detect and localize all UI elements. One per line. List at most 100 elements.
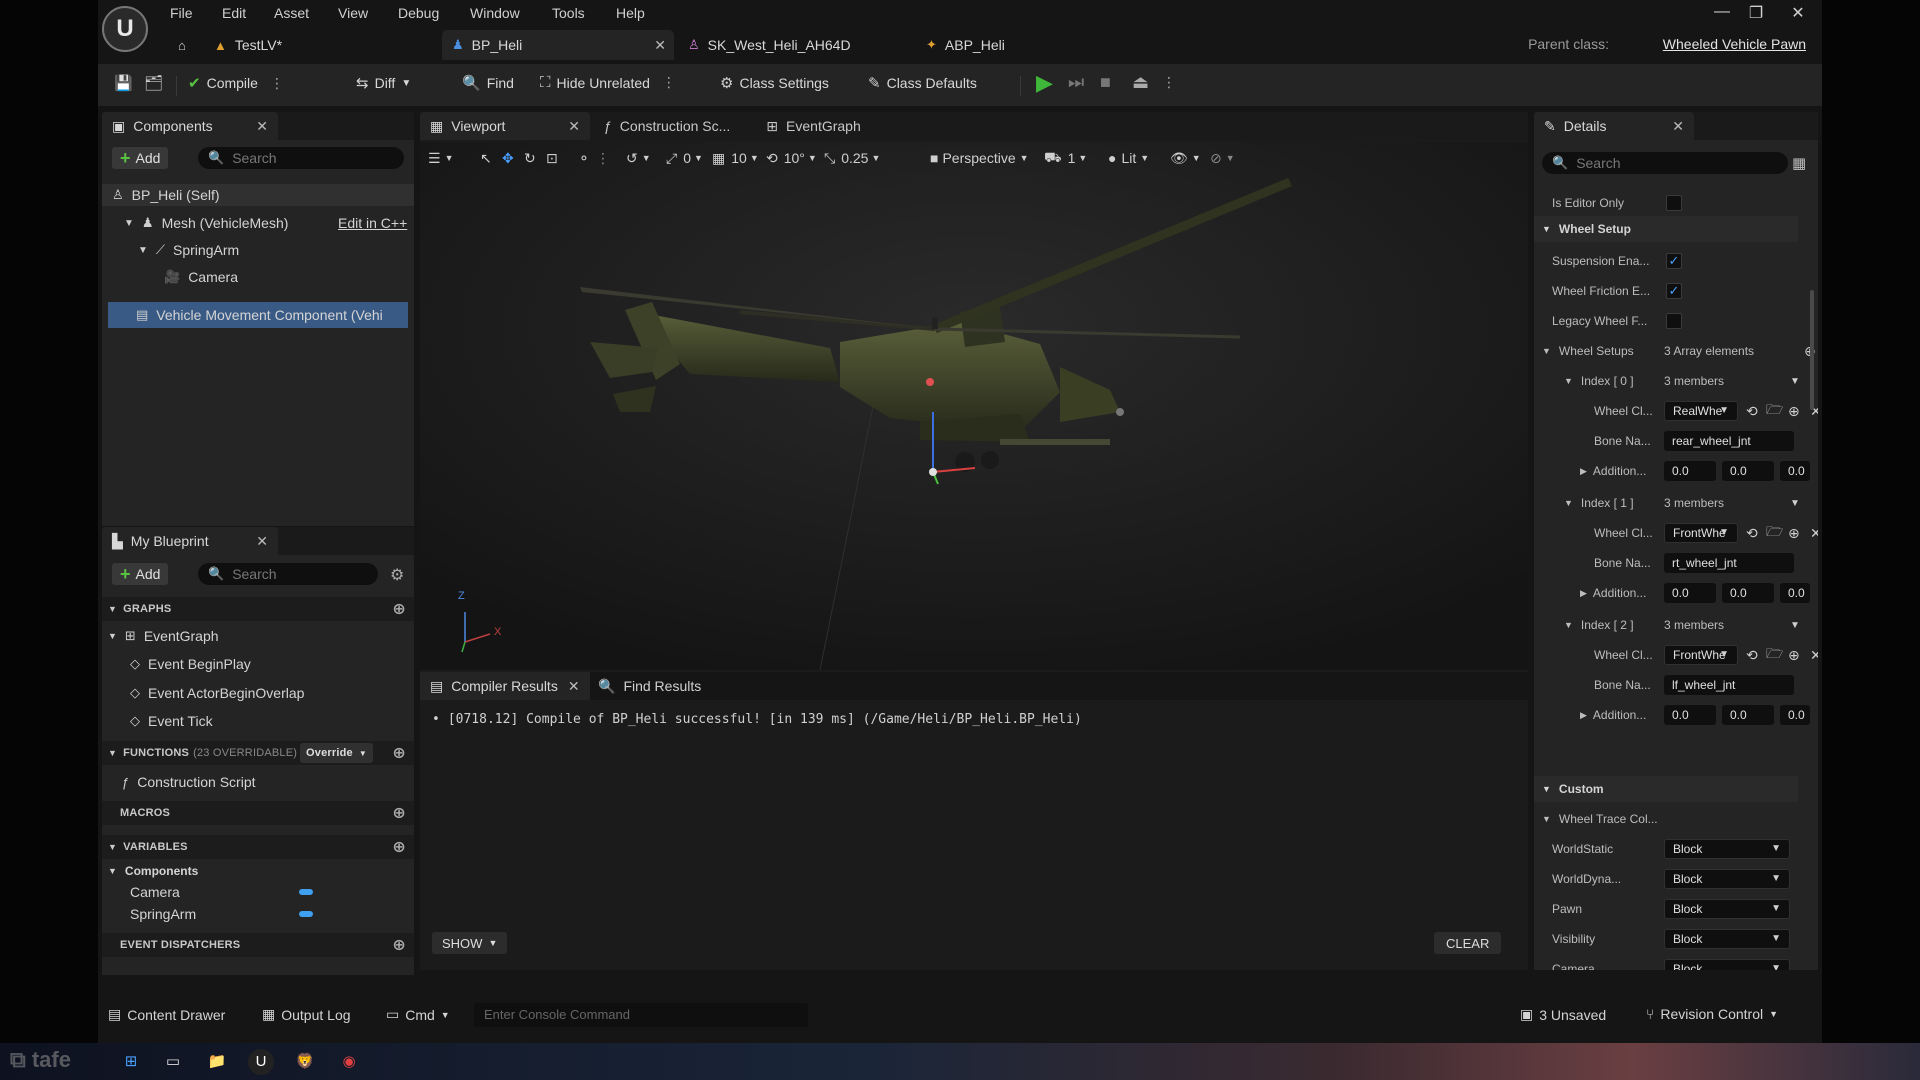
expand-arrow-icon[interactable]: ▼ — [1564, 498, 1573, 508]
add-variable-icon[interactable]: ⊕ — [392, 837, 406, 857]
details-search-input[interactable]: 🔍 Search — [1542, 152, 1788, 174]
components-tab[interactable]: ▣ Components ✕ — [102, 112, 278, 140]
add-macro-icon[interactable]: ⊕ — [392, 803, 406, 823]
components-search-input[interactable]: 🔍 Search — [198, 147, 404, 169]
event-actorbeginoverlap[interactable]: ◇ Event ActorBeginOverlap — [130, 682, 304, 704]
tab-sk-west-heli[interactable]: ♙ SK_West_Heli_AH64D — [688, 30, 888, 60]
menu-asset[interactable]: Asset — [274, 5, 309, 21]
surface-snap-dropdown[interactable]: ↺ ▼ — [626, 145, 651, 171]
bone-name-input[interactable]: rear_wheel_jnt — [1664, 431, 1794, 451]
find-button[interactable]: 🔍 Find — [462, 74, 514, 92]
more-options-icon[interactable]: ⋮ — [662, 74, 676, 91]
clear-button[interactable]: CLEAR — [1434, 932, 1502, 954]
add-member-button[interactable]: + Add — [112, 563, 169, 585]
windows-start-icon[interactable]: ⊞ — [118, 1049, 144, 1075]
chevron-down-icon[interactable]: ▼ — [1790, 498, 1800, 509]
stop-icon[interactable]: ■ — [1100, 72, 1111, 93]
macros-section-header[interactable]: MACROS ⊕ — [102, 801, 414, 825]
my-blueprint-search-input[interactable]: 🔍 Search — [198, 563, 378, 585]
folder-icon[interactable]: 🗁 — [1766, 399, 1783, 423]
compile-button[interactable]: ✔ Compile ⋮ — [188, 74, 284, 93]
offset-x-input[interactable]: 0.0 — [1664, 583, 1716, 603]
functions-section-header[interactable]: ▼ FUNCTIONS (23 OVERRIDABLE) Override ▼ ⊕ — [102, 741, 414, 765]
menu-help[interactable]: Help — [616, 5, 645, 21]
diff-button[interactable]: ⇆ Diff ▼ — [356, 74, 411, 92]
add-icon[interactable]: ⊕ — [1788, 647, 1800, 664]
expand-arrow-icon[interactable]: ▼ — [124, 218, 134, 229]
file-explorer-icon[interactable]: 📁 — [204, 1049, 230, 1075]
close-icon[interactable]: ✕ — [1788, 3, 1808, 23]
hide-unrelated-button[interactable]: ⛶ Hide Unrelated ⋮ — [540, 74, 676, 91]
add-icon[interactable]: ⊕ — [1788, 403, 1800, 420]
custom-category[interactable]: ▼ Custom — [1534, 776, 1798, 802]
offset-y-input[interactable]: 0.0 — [1722, 705, 1774, 725]
wheel-class-dropdown[interactable]: FrontWhe ▼ — [1664, 523, 1738, 543]
close-icon[interactable]: ✕ — [1672, 118, 1684, 135]
add-component-button[interactable]: + Add — [112, 147, 169, 169]
browse-icon[interactable]: 🗂 — [144, 74, 169, 92]
expand-arrow-icon[interactable]: ▶ — [1580, 588, 1587, 599]
tab-bp-heli[interactable]: ♟ BP_Heli ✕ — [442, 30, 674, 60]
task-view-icon[interactable]: ▭ — [160, 1049, 186, 1075]
brave-browser-icon[interactable]: 🦁 — [292, 1049, 318, 1075]
class-settings-button[interactable]: ⚙ Class Settings — [720, 74, 829, 92]
event-tick[interactable]: ◇ Event Tick — [130, 710, 213, 732]
chevron-down-icon[interactable]: ▼ — [1790, 376, 1800, 387]
expand-arrow-icon[interactable]: ▼ — [1564, 376, 1573, 386]
component-self[interactable]: ♙ BP_Heli (Self) — [102, 184, 414, 206]
function-construction-script[interactable]: ƒ Construction Script — [122, 771, 256, 793]
folder-icon[interactable]: 🗁 — [1766, 643, 1783, 667]
variables-section-header[interactable]: ▼ VARIABLES ⊕ — [102, 835, 414, 859]
expand-arrow-icon[interactable]: ▼ — [138, 245, 148, 256]
collision-response-dropdown[interactable]: Block ▼ — [1664, 839, 1790, 859]
add-dispatcher-icon[interactable]: ⊕ — [392, 935, 406, 955]
component-mesh[interactable]: ▼ ♟ Mesh (VehicleMesh) — [124, 212, 288, 234]
eject-icon[interactable]: ⏏ — [1132, 72, 1149, 93]
scale-mode-icon[interactable]: ⊡ — [546, 145, 558, 171]
play-icon[interactable]: ▶ — [1036, 70, 1053, 96]
add-function-icon[interactable]: ⊕ — [392, 743, 406, 763]
wheel-class-dropdown[interactable]: FrontWhe ▼ — [1664, 645, 1738, 665]
step-icon[interactable]: ⏭ — [1068, 72, 1084, 93]
tab-construction-script[interactable]: ƒ Construction Sc... — [604, 118, 730, 134]
compile-options-icon[interactable]: ⋮ — [270, 75, 284, 92]
tab-abp-heli[interactable]: ✦ ABP_Heli — [926, 30, 1046, 60]
graphs-section-header[interactable]: ▼ GRAPHS ⊕ — [102, 597, 414, 621]
close-icon[interactable]: ✕ — [256, 118, 268, 135]
wheel-setup-category[interactable]: ▼ Wheel Setup — [1534, 216, 1798, 242]
menu-tools[interactable]: Tools — [552, 5, 585, 21]
clear-icon[interactable]: ✕ — [1810, 647, 1818, 664]
menu-window[interactable]: Window — [470, 5, 520, 21]
expand-arrow-icon[interactable]: ▼ — [1564, 620, 1573, 630]
menu-view[interactable]: View — [338, 5, 368, 21]
obs-icon[interactable]: ◉ — [336, 1049, 362, 1075]
tab-testlv[interactable]: ▲ TestLV* — [214, 30, 384, 60]
lit-mode-dropdown[interactable]: ● Lit ▼ — [1108, 145, 1149, 171]
offset-y-input[interactable]: 0.0 — [1722, 583, 1774, 603]
collision-response-dropdown[interactable]: Block ▼ — [1664, 899, 1790, 919]
clear-icon[interactable]: ✕ — [1810, 525, 1818, 542]
coordinate-space-icon[interactable]: ⚬ — [578, 145, 590, 171]
component-vehicle-movement[interactable]: ▤ Vehicle Movement Component (Vehi — [108, 302, 408, 328]
collision-response-dropdown[interactable]: Block ▼ — [1664, 929, 1790, 949]
bone-name-input[interactable]: lf_wheel_jnt — [1664, 675, 1794, 695]
menu-edit[interactable]: Edit — [222, 5, 246, 21]
perspective-dropdown[interactable]: ■ Perspective ▼ — [930, 145, 1029, 171]
edit-in-cpp-link[interactable]: Edit in C++ — [338, 212, 407, 234]
home-icon[interactable]: ⌂ — [178, 30, 194, 60]
details-tab[interactable]: ✎ Details ✕ — [1534, 112, 1694, 140]
offset-z-input[interactable]: 0.0 — [1780, 583, 1810, 603]
revision-control-button[interactable]: ⑂ Revision Control ▼ — [1646, 1006, 1778, 1022]
content-drawer-button[interactable]: ▤ Content Drawer — [108, 1006, 225, 1023]
rotation-snap-dropdown[interactable]: ⤢ 0 ▼ — [666, 145, 703, 171]
minimize-icon[interactable]: — — [1712, 3, 1732, 21]
show-dropdown[interactable]: SHOW ▼ — [432, 932, 508, 954]
console-command-input[interactable]: Enter Console Command — [474, 1003, 808, 1027]
chevron-down-icon[interactable]: ▼ — [1790, 620, 1800, 631]
show-flags-dropdown[interactable]: 👁 ▼ — [1170, 145, 1201, 171]
graph-eventgraph[interactable]: ▼ ⊞ EventGraph — [108, 625, 219, 647]
translate-mode-icon[interactable]: ✥ — [502, 145, 514, 171]
variable-camera[interactable]: Camera — [130, 881, 180, 903]
unsaved-button[interactable]: ▣ 3 Unsaved — [1520, 1006, 1606, 1023]
grid-snap-dropdown[interactable]: ▦ 10 ▼ — [712, 145, 759, 171]
